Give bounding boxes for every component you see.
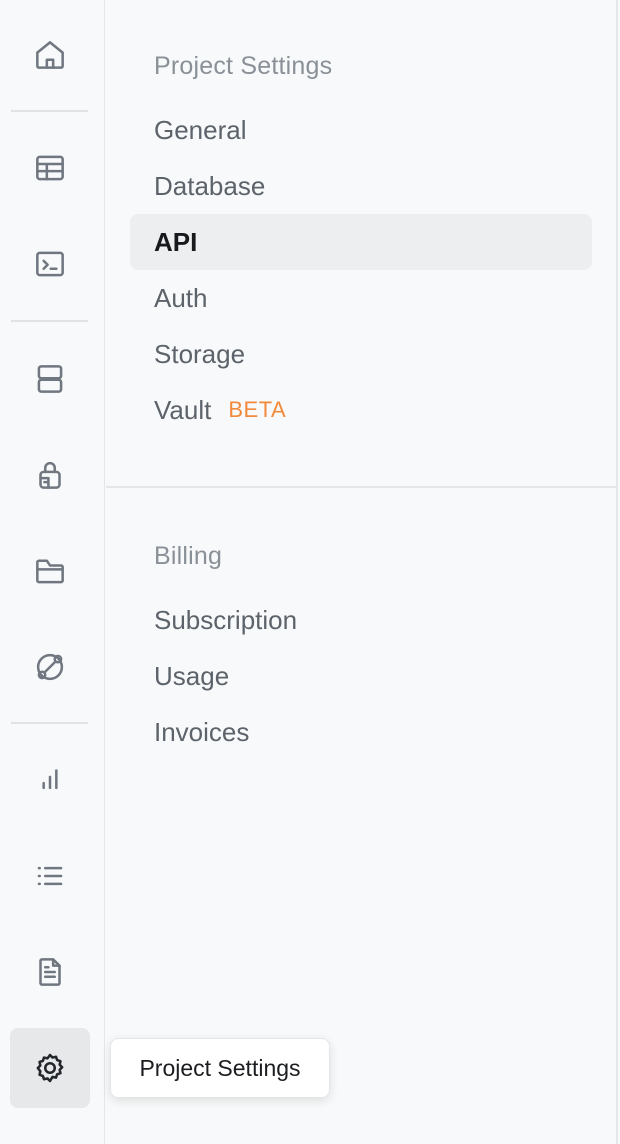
table-icon[interactable]: [10, 128, 90, 208]
home-icon[interactable]: [10, 15, 90, 95]
beta-badge: BETA: [228, 397, 287, 422]
database-icon[interactable]: [10, 339, 90, 419]
menu-item-invoices[interactable]: Invoices: [130, 704, 592, 760]
menu-item-label: Storage: [154, 338, 246, 369]
menu-item-label: General: [154, 114, 247, 145]
sidebar-divider: [11, 320, 88, 322]
menu-item-usage[interactable]: Usage: [130, 648, 592, 704]
terminal-icon[interactable]: [10, 224, 90, 304]
menu-item-label: Usage: [154, 660, 230, 691]
menu-item-label: API: [154, 226, 198, 257]
menu-item-auth[interactable]: Auth: [130, 270, 592, 326]
app-window: Project Settings General Database API Au…: [0, 0, 620, 1144]
menu-item-api[interactable]: API: [130, 214, 592, 270]
bar-chart-icon[interactable]: [10, 740, 90, 820]
menu-item-vault[interactable]: Vault BETA: [130, 382, 592, 438]
globe-icon[interactable]: [10, 627, 90, 707]
document-icon[interactable]: [10, 932, 90, 1012]
gear-icon[interactable]: [10, 1028, 90, 1108]
list-icon[interactable]: [10, 836, 90, 916]
section-title-billing: Billing: [154, 542, 223, 570]
folder-icon[interactable]: [10, 531, 90, 611]
settings-menu: Project Settings General Database API Au…: [106, 0, 616, 1144]
tooltip: Project Settings: [110, 1038, 330, 1098]
menu-item-label: Invoices: [154, 716, 250, 747]
section-divider: [106, 486, 616, 488]
menu-item-general[interactable]: General: [130, 102, 592, 158]
menu-item-label: Auth: [154, 282, 208, 313]
menu-item-label: Vault: [154, 394, 212, 425]
menu-item-storage[interactable]: Storage: [130, 326, 592, 382]
menu-item-database[interactable]: Database: [130, 158, 592, 214]
panel-border: [616, 0, 618, 1144]
sidebar-divider: [11, 110, 88, 112]
menu-item-label: Database: [154, 170, 266, 201]
section-title-project-settings: Project Settings: [154, 52, 333, 80]
sidebar-divider: [11, 722, 88, 724]
menu-item-label: Subscription: [154, 604, 298, 635]
lock-icon[interactable]: [10, 435, 90, 515]
menu-item-subscription[interactable]: Subscription: [130, 592, 592, 648]
icon-sidebar: [0, 0, 105, 1144]
